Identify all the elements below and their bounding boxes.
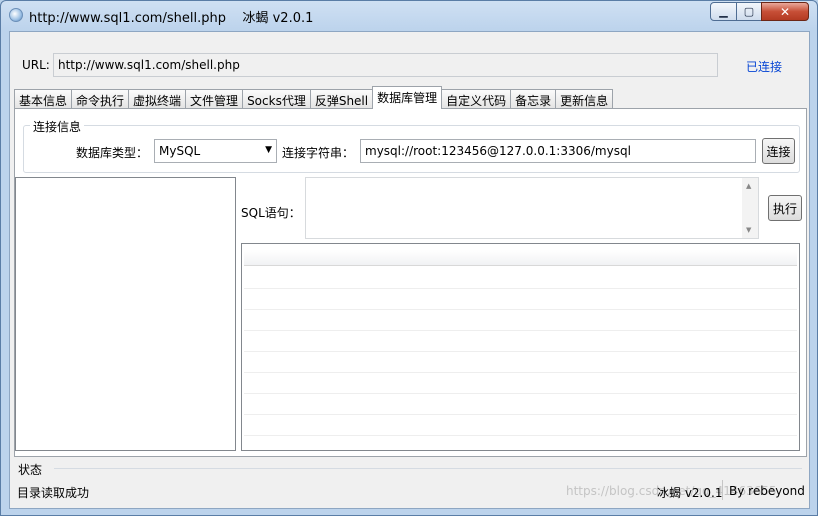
db-tree[interactable]	[15, 177, 236, 451]
status-author: By rebeyond	[729, 484, 805, 498]
minimize-button[interactable]: ▁	[710, 2, 737, 21]
result-grid[interactable]	[241, 243, 800, 451]
database-panel: 连接信息 数据库类型： MySQL ▼ 连接字符串： mysql://root:…	[14, 108, 807, 457]
tab-socks-proxy[interactable]: Socks代理	[242, 89, 311, 109]
close-button[interactable]: ✕	[761, 2, 809, 21]
status-version: 冰蝎 v2.0.1	[657, 486, 723, 500]
url-label: URL:	[22, 58, 50, 72]
close-icon: ✕	[779, 4, 791, 19]
connection-info-group: 连接信息 数据库类型： MySQL ▼ 连接字符串： mysql://root:…	[23, 118, 800, 173]
main-window: http://www.sql1.com/shell.php 冰蝎 v2.0.1 …	[0, 0, 818, 516]
maximize-icon: ▢	[743, 5, 755, 18]
scroll-up-icon[interactable]: ▲	[746, 182, 751, 190]
tab-virtual-terminal[interactable]: 虚拟终端	[128, 89, 187, 109]
db-type-select[interactable]: MySQL ▼	[154, 139, 277, 163]
grid-row-line	[244, 330, 797, 331]
sql-input[interactable]: ▲ ▼	[305, 177, 759, 239]
grid-row-line	[244, 393, 797, 394]
connection-info-title: 连接信息	[30, 118, 85, 135]
status-message: 目录读取成功	[17, 486, 90, 500]
scroll-down-icon[interactable]: ▼	[746, 226, 751, 234]
conn-string-label: 连接字符串：	[282, 146, 355, 160]
connect-button[interactable]: 连接	[762, 138, 795, 164]
tab-file-manager[interactable]: 文件管理	[185, 89, 244, 109]
grid-row-line	[244, 309, 797, 310]
window-title: http://www.sql1.com/shell.php 冰蝎 v2.0.1	[29, 11, 314, 26]
tab-command-exec[interactable]: 命令执行	[71, 89, 130, 109]
url-field[interactable]: http://www.sql1.com/shell.php	[53, 53, 718, 77]
tab-reverse-shell[interactable]: 反弹Shell	[309, 89, 374, 109]
maximize-button[interactable]: ▢	[736, 2, 762, 21]
tab-memo[interactable]: 备忘录	[510, 89, 557, 109]
tab-custom-code[interactable]: 自定义代码	[441, 89, 512, 109]
grid-row-line	[244, 288, 797, 289]
dropdown-arrow-icon: ▼	[265, 145, 272, 155]
db-type-label: 数据库类型：	[76, 146, 149, 160]
execute-button[interactable]: 执行	[768, 195, 802, 221]
sql-label: SQL语句：	[241, 206, 301, 220]
connection-status: 已连接	[746, 60, 783, 74]
tab-database-manager[interactable]: 数据库管理	[372, 86, 443, 109]
title-bar[interactable]: http://www.sql1.com/shell.php 冰蝎 v2.0.1 …	[1, 1, 817, 29]
client-area: URL: http://www.sql1.com/shell.php 已连接 基…	[9, 31, 810, 509]
grid-header	[244, 250, 797, 266]
conn-string-input[interactable]: mysql://root:123456@127.0.0.1:3306/mysql	[360, 139, 756, 163]
sql-scrollbar[interactable]: ▲ ▼	[742, 178, 758, 238]
status-divider	[722, 480, 723, 500]
grid-row-line	[244, 435, 797, 436]
grid-row-line	[244, 414, 797, 415]
status-separator	[54, 468, 802, 469]
status-title: 状态	[18, 463, 43, 477]
tab-basic-info[interactable]: 基本信息	[14, 89, 73, 109]
db-type-value: MySQL	[159, 144, 201, 158]
minimize-icon: ▁	[719, 5, 728, 18]
tab-update-info[interactable]: 更新信息	[555, 89, 614, 109]
app-icon	[9, 8, 23, 22]
tab-bar: 基本信息 命令执行 虚拟终端 文件管理 Socks代理 反弹Shell 数据库管…	[14, 86, 614, 109]
grid-row-line	[244, 351, 797, 352]
grid-row-line	[244, 372, 797, 373]
